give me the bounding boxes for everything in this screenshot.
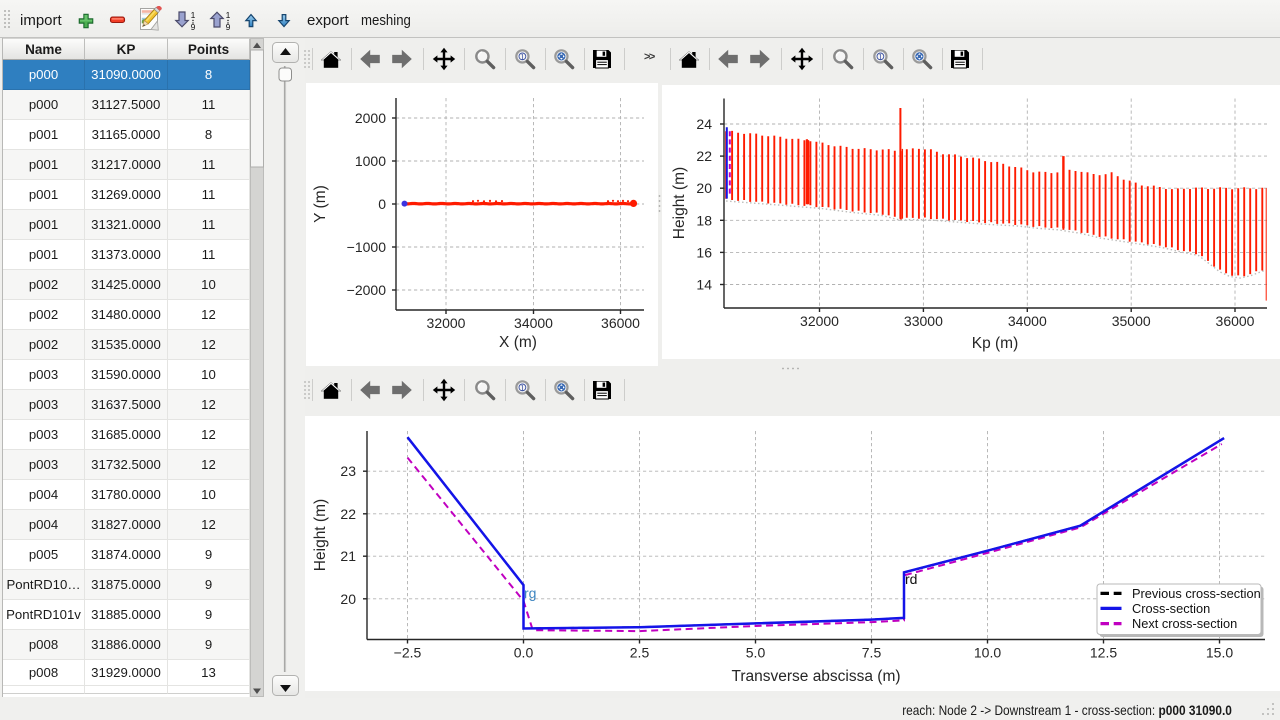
svg-text:9: 9	[191, 22, 196, 31]
svg-text:1: 1	[226, 10, 231, 20]
svg-text:9: 9	[226, 22, 231, 31]
svg-text:1: 1	[191, 10, 196, 20]
